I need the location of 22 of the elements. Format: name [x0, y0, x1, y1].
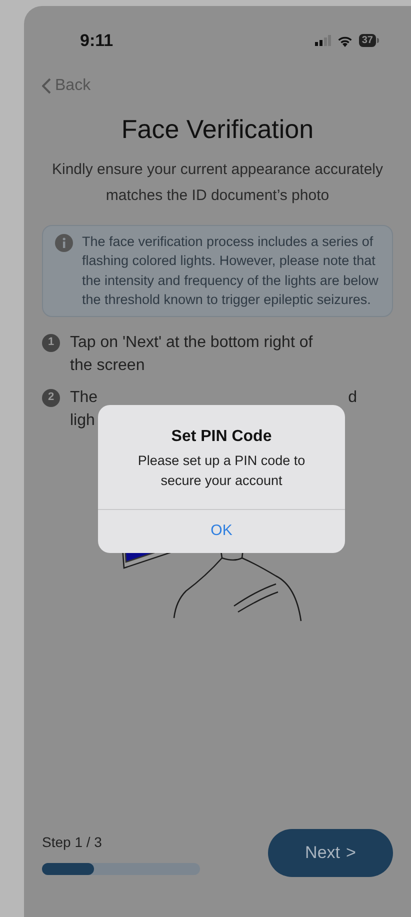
step-text: Tap on 'Next' at the bottom right of [70, 332, 313, 352]
step-number: 1 [42, 334, 60, 352]
ok-button[interactable]: OK [98, 509, 345, 553]
signal-icon [314, 35, 331, 46]
alert-title: Set PIN Code [171, 427, 272, 447]
back-button[interactable]: Back [42, 74, 91, 98]
step-text: the screen [70, 356, 145, 376]
step-text: d [348, 388, 357, 408]
next-button[interactable]: Next > [268, 829, 393, 877]
chevron-left-icon [42, 78, 51, 94]
step-text: ligh [70, 410, 95, 430]
page-subtitle: Kindly ensure your current appearance accurately matches the ID document’s photo [50, 160, 384, 206]
step-text: The [70, 388, 98, 408]
alert-message: Please set up a PIN code to secure your account [136, 452, 306, 490]
step-label: Step 1 / 3 [42, 833, 103, 852]
status-time: 9:11 [80, 30, 114, 52]
battery-icon: 37 [358, 34, 379, 48]
step-number: 2 [42, 388, 60, 406]
info-icon [55, 234, 73, 252]
wifi-icon [336, 34, 353, 47]
notice-text: The face verification process includes a series of flashing colored lights. However, please note that the intensity and frequency of the lights are below the threshold known to trigger epileptic seizures. [82, 232, 380, 309]
page-title: Face Verification [120, 112, 315, 146]
